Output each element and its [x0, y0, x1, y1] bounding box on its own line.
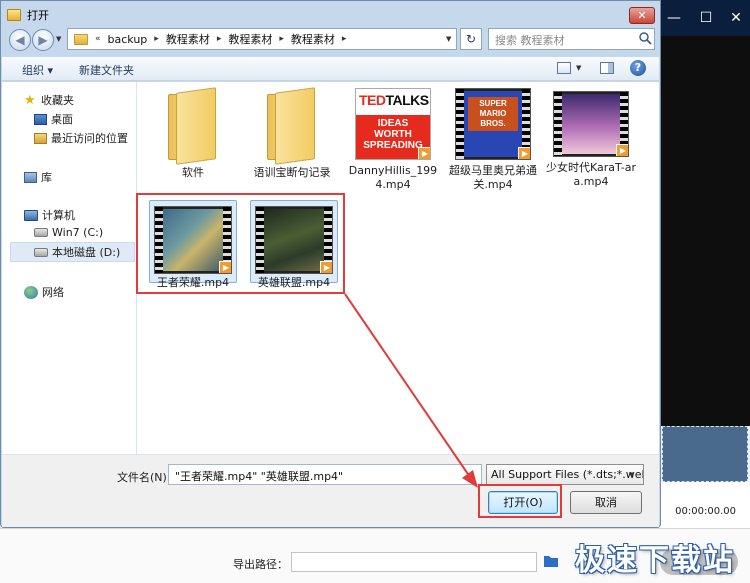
minimize-icon[interactable]: —	[664, 8, 684, 28]
star-icon: ★	[24, 92, 36, 108]
toolbar: 组织 ▾ 新建文件夹 ▼ ?	[2, 57, 659, 81]
nav-item-label: 计算机	[42, 209, 75, 222]
file-name: DannyHillis_1994.mp4	[348, 164, 438, 191]
nav-item-drive-c[interactable]: Win7 (C:)	[34, 226, 103, 239]
video-thumbnail: TEDTALKS IDEAS WORTH SPREADING ▶	[355, 88, 431, 160]
breadcrumb-item[interactable]: 教程素材	[287, 31, 339, 47]
drop-zone[interactable]	[662, 426, 748, 482]
nav-item-desktop[interactable]: 桌面	[34, 111, 73, 127]
folder-icon	[74, 33, 88, 45]
folder-icon	[168, 87, 218, 165]
drive-icon	[34, 247, 48, 257]
nav-item-label: 库	[41, 171, 52, 184]
nav-item-favorites[interactable]: ★ 收藏夹	[24, 92, 74, 108]
folder-icon[interactable]	[543, 554, 559, 568]
new-folder-button[interactable]: 新建文件夹	[79, 62, 134, 78]
breadcrumb-item[interactable]: 教程素材	[224, 31, 276, 47]
nav-item-label: 网络	[42, 286, 64, 299]
export-path-label: 导出路径：	[233, 558, 288, 571]
maximize-icon[interactable]: ☐	[696, 8, 716, 28]
nav-item-label: 桌面	[51, 113, 73, 126]
file-item[interactable]: 语训宝断句记录	[244, 87, 340, 180]
chevron-right-icon[interactable]: ▸	[276, 34, 287, 44]
preview-pane-icon[interactable]	[600, 62, 614, 74]
library-icon	[24, 171, 37, 183]
view-dropdown-icon[interactable]: ▼	[576, 64, 581, 72]
file-item[interactable]: 软件	[145, 87, 241, 180]
cancel-button[interactable]: 取消	[570, 491, 642, 514]
network-icon	[24, 285, 38, 299]
address-dropdown-icon[interactable]: ▼	[446, 35, 451, 43]
file-name: 软件	[182, 166, 204, 179]
chevron-right-icon[interactable]: ▸	[151, 34, 162, 44]
back-button[interactable]: ◀	[9, 29, 31, 51]
ted-logo-subtext: TALKS	[385, 92, 430, 108]
desktop-icon	[34, 113, 47, 125]
dialog-title-text: 打开	[27, 9, 49, 22]
nav-item-label: Win7 (C:)	[52, 226, 104, 239]
nav-item-label: 本地磁盘 (D:)	[52, 246, 121, 259]
address-bar[interactable]: « backup ▸ 教程素材 ▸ 教程素材 ▸ 教程素材 ▸	[67, 28, 457, 50]
breadcrumb-item[interactable]: 教程素材	[162, 31, 214, 47]
play-icon: ▶	[418, 147, 430, 159]
play-icon: ▶	[518, 147, 530, 159]
file-type-select[interactable]: All Support Files (*.dts;*.web	[486, 464, 644, 485]
file-name: 少女时代KaraT-ara.mp4	[546, 161, 636, 188]
video-thumbnail: ▶	[553, 91, 629, 157]
filename-label: 文件名(N):	[117, 471, 171, 484]
nav-item-label: 收藏夹	[41, 94, 74, 107]
chevron-down-icon[interactable]: ▼	[629, 471, 634, 479]
search-icon[interactable]	[638, 31, 652, 45]
organize-menu[interactable]: 组织 ▾	[22, 62, 53, 78]
file-name: 语训宝断句记录	[253, 166, 331, 179]
annotation-box-files	[136, 193, 345, 294]
dialog-title: 打开	[7, 7, 49, 23]
overflow-icon[interactable]: «	[92, 34, 104, 44]
nav-item-network[interactable]: 网络	[24, 284, 64, 300]
folder-icon	[7, 9, 21, 21]
nav-item-computer[interactable]: 计算机	[24, 207, 75, 223]
filename-input[interactable]: "王者荣耀.mp4" "英雄联盟.mp4"	[168, 464, 482, 485]
preview-panel	[660, 36, 750, 426]
play-icon: ▶	[616, 144, 628, 156]
breadcrumb-item[interactable]: backup	[104, 33, 152, 46]
help-icon[interactable]: ?	[630, 60, 646, 76]
background-titlebar: — ☐ ✕	[660, 0, 750, 36]
chevron-right-icon[interactable]: ▸	[339, 34, 350, 44]
nav-item-label: 最近访问的位置	[51, 132, 128, 145]
file-item[interactable]: ▶ 少女时代KaraT-ara.mp4	[543, 88, 639, 189]
time-readout: 00:00:00.00	[660, 482, 750, 528]
chevron-right-icon[interactable]: ▸	[214, 34, 225, 44]
drive-icon	[34, 228, 48, 237]
recent-places-icon	[34, 132, 47, 144]
nav-item-drive-d[interactable]: 本地磁盘 (D:)	[10, 242, 135, 262]
export-path-input[interactable]	[291, 552, 537, 572]
mario-title: SUPER MARIO BROS.	[468, 97, 518, 131]
folder-icon	[267, 87, 317, 165]
nav-item-recent[interactable]: 最近访问的位置	[34, 130, 128, 146]
video-thumbnail: SUPER MARIO BROS. ▶	[455, 88, 531, 160]
nav-item-libraries[interactable]: 库	[24, 169, 52, 185]
forward-button[interactable]: ▶	[32, 29, 54, 51]
search-input[interactable]: 搜索 教程素材	[488, 28, 655, 50]
file-item[interactable]: SUPER MARIO BROS. ▶ 超级马里奥兄弟通关.mp4	[445, 88, 541, 192]
annotation-box-open	[478, 484, 562, 518]
history-dropdown-icon[interactable]: ▼	[56, 35, 61, 43]
refresh-button[interactable]: ↻	[460, 28, 482, 50]
file-item[interactable]: TEDTALKS IDEAS WORTH SPREADING ▶ DannyHi…	[345, 88, 441, 192]
navigation-pane: ★ 收藏夹 桌面 最近访问的位置 库 计算机 Win7 (C:) 本地磁盘 (D…	[2, 82, 137, 454]
computer-icon	[24, 209, 38, 221]
dialog-close-button[interactable]: ✕	[629, 7, 655, 24]
ted-logo-text: TED	[359, 92, 386, 108]
close-icon[interactable]: ✕	[726, 8, 746, 28]
watermark: 极速下载站	[575, 543, 735, 578]
view-icon[interactable]	[557, 62, 571, 74]
file-name: 超级马里奥兄弟通关.mp4	[449, 164, 537, 191]
